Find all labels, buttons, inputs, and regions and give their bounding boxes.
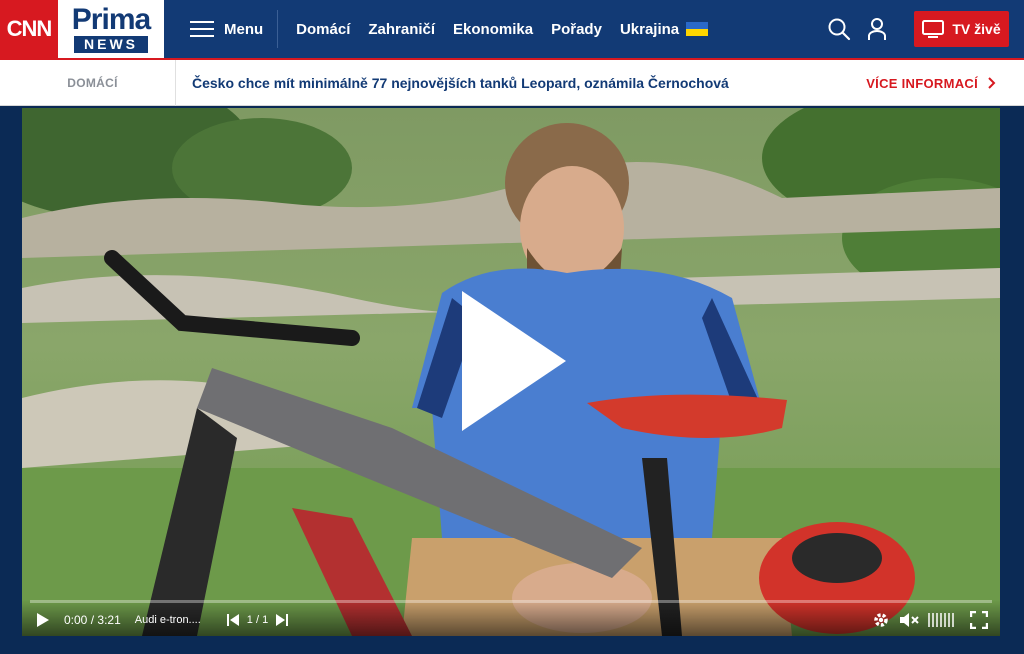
play-icon xyxy=(37,613,49,627)
ticker-category[interactable]: DOMÁCÍ xyxy=(0,59,176,106)
nav-item-ukrajina-label: Ukrajina xyxy=(619,20,680,38)
skip-forward-icon xyxy=(276,614,289,626)
player-controls: 0:00 / 3:21 Audi e-tron.... 1 / 1 xyxy=(22,600,1000,636)
news-ticker: DOMÁCÍ Česko chce mít minimálně 77 nejno… xyxy=(0,59,1024,106)
next-button[interactable] xyxy=(276,614,289,626)
settings-icon xyxy=(874,613,888,627)
tv-live-button[interactable]: TV živě xyxy=(914,11,1009,47)
cnn-logo: CNN xyxy=(0,0,58,58)
settings-button[interactable] xyxy=(872,611,890,629)
nav-item-porady[interactable]: Pořady xyxy=(551,21,602,38)
fullscreen-icon xyxy=(970,611,988,629)
search-icon[interactable] xyxy=(820,10,858,48)
fullscreen-button[interactable] xyxy=(970,611,988,629)
time-display: 0:00 / 3:21 xyxy=(64,613,121,627)
chapter-counter: 1 / 1 xyxy=(246,614,269,626)
previous-button[interactable] xyxy=(226,614,239,626)
menu-label: Menu xyxy=(224,20,264,38)
nav-item-ekonomika[interactable]: Ekonomika xyxy=(453,21,533,38)
ticker-headline[interactable]: Česko chce mít minimálně 77 nejnovějších… xyxy=(192,75,729,91)
ukraine-flag-icon xyxy=(686,22,709,36)
tv-live-label: TV živě xyxy=(952,21,1001,37)
news-wordmark: NEWS xyxy=(74,36,148,53)
big-play-icon[interactable] xyxy=(454,286,574,436)
nav-item-ukrajina[interactable]: Ukrajina xyxy=(619,20,709,38)
chevron-right-icon xyxy=(988,77,996,89)
chapter-navigation: 1 / 1 xyxy=(226,614,289,626)
user-icon[interactable] xyxy=(858,10,896,48)
progress-bar[interactable] xyxy=(30,600,992,603)
duration: 3:21 xyxy=(97,613,121,627)
top-navigation-bar: CNN Prima NEWS Menu Domácí Zahraničí Eko… xyxy=(0,0,1024,58)
skip-back-icon xyxy=(226,614,239,626)
video-title: Audi e-tron.... xyxy=(134,614,201,626)
more-info-link[interactable]: VÍCE INFORMACÍ xyxy=(866,60,996,106)
header-tools: TV živě xyxy=(820,10,1009,48)
video-player[interactable]: 0:00 / 3:21 Audi e-tron.... 1 / 1 xyxy=(22,108,1000,636)
time-separator: / xyxy=(90,613,95,627)
more-info-label: VÍCE INFORMACÍ xyxy=(866,75,978,91)
current-time: 0:00 xyxy=(64,613,88,627)
mute-icon xyxy=(900,613,919,627)
tv-icon xyxy=(922,20,945,38)
menu-button[interactable]: Menu xyxy=(190,10,279,48)
main-nav: Domácí Zahraničí Ekonomika Pořady Ukraji… xyxy=(296,21,726,38)
prima-wordmark: Prima xyxy=(71,3,151,36)
player-right-controls xyxy=(872,606,988,634)
nav-item-domaci[interactable]: Domácí xyxy=(296,21,350,38)
prima-news-logo: Prima NEWS xyxy=(58,0,164,58)
volume-slider[interactable] xyxy=(928,613,956,627)
nav-item-zahranici[interactable]: Zahraničí xyxy=(368,21,435,38)
mute-button[interactable] xyxy=(900,612,920,628)
play-button[interactable] xyxy=(36,612,50,628)
cnn-prima-news-logo[interactable]: CNN Prima NEWS xyxy=(0,0,164,58)
hamburger-icon xyxy=(190,21,214,37)
